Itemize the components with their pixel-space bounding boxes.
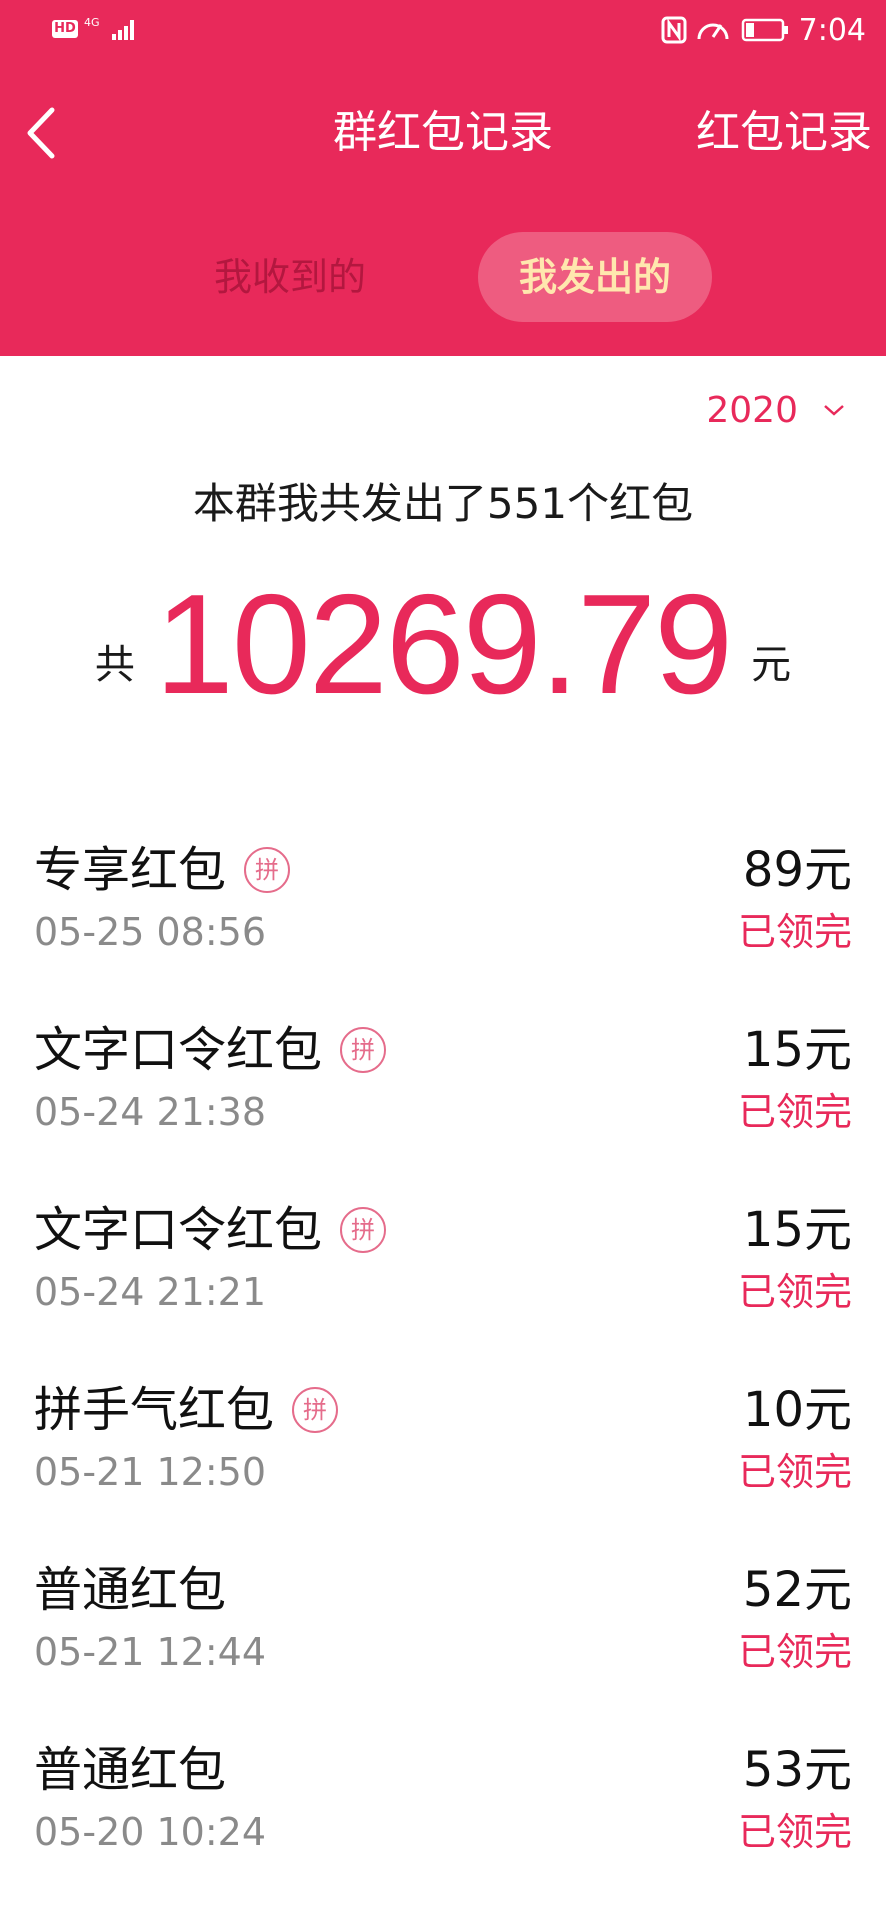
speed-icon [697, 23, 729, 40]
nav-bar: 群红包记录 红包记录 [0, 88, 886, 178]
pin-badge: 拼 [340, 1027, 387, 1073]
pin-badge: 拼 [340, 1207, 387, 1253]
total-suffix: 元 [751, 642, 792, 688]
record-name: 普通红包 [34, 1562, 227, 1618]
record-status: 已领完 [737, 910, 852, 954]
hd-indicator: HD [52, 20, 78, 38]
year-selector[interactable]: 2020 [706, 380, 846, 440]
tab-bar: 我收到的 我发出的 [0, 232, 886, 322]
list-item[interactable]: 专享红包 拼 05-25 08:56 89元 已领完 [0, 822, 886, 1002]
tab-sent[interactable]: 我发出的 [478, 232, 712, 322]
chevron-left-icon [27, 107, 55, 159]
record-time: 05-20 10:24 [34, 1810, 267, 1854]
record-amount: 89元 [742, 842, 852, 898]
list-item[interactable]: 普通红包 05-20 10:24 53元 已领完 [0, 1722, 886, 1902]
list-item[interactable]: 普通红包 05-21 12:44 52元 已领完 [0, 1542, 886, 1722]
header: HD 4G 7:04 群红包记录 红包记录 我收到的 我发出的 [0, 0, 886, 356]
tab-received[interactable]: 我收到的 [190, 232, 390, 322]
nfc-icon [661, 16, 687, 44]
total-amount: 10269.79 [154, 565, 733, 724]
record-time: 05-24 21:38 [34, 1090, 267, 1134]
pin-badge: 拼 [244, 847, 291, 893]
back-button[interactable] [22, 102, 62, 164]
record-amount: 15元 [742, 1022, 852, 1078]
total-prefix: 共 [94, 642, 135, 688]
record-name: 文字口令红包 [34, 1022, 323, 1078]
record-name: 专享红包 [34, 842, 227, 898]
list-item[interactable]: 拼手气红包 拼 05-21 12:50 10元 已领完 [0, 1362, 886, 1542]
summary-text: 本群我共发出了551个红包 [192, 479, 694, 528]
record-status: 已领完 [737, 1270, 852, 1314]
record-time: 05-25 08:56 [34, 910, 267, 954]
pin-badge: 拼 [292, 1387, 339, 1433]
record-name: 普通红包 [34, 1742, 227, 1798]
record-name: 文字口令红包 [34, 1202, 323, 1258]
clock: 7:04 [798, 12, 866, 48]
list-item[interactable]: 文字口令红包 拼 05-24 21:21 15元 已领完 [0, 1182, 886, 1362]
battery-icon [741, 18, 788, 42]
red-packet-records-link[interactable]: 红包记录 [696, 88, 872, 178]
record-list: 专享红包 拼 05-25 08:56 89元 已领完 文字口令红包 拼 05-2… [0, 822, 886, 1902]
record-time: 05-21 12:44 [34, 1630, 267, 1674]
year-value: 2020 [706, 389, 798, 431]
record-amount: 53元 [742, 1742, 852, 1798]
total-amount-row: 共 10269.79 元 [0, 560, 886, 720]
record-status: 已领完 [737, 1630, 852, 1674]
record-amount: 10元 [742, 1382, 852, 1438]
record-status: 已领完 [737, 1450, 852, 1494]
status-right: 7:04 [661, 12, 866, 48]
chevron-down-icon [824, 405, 844, 416]
record-status: 已领完 [737, 1810, 852, 1854]
record-name: 拼手气红包 [34, 1382, 275, 1438]
list-item[interactable]: 文字口令红包 拼 05-24 21:38 15元 已领完 [0, 1002, 886, 1182]
record-status: 已领完 [737, 1090, 852, 1134]
record-time: 05-24 21:21 [34, 1270, 267, 1314]
record-amount: 52元 [742, 1562, 852, 1618]
record-time: 05-21 12:50 [34, 1450, 267, 1494]
status-bar: HD 4G 7:04 [0, 0, 886, 62]
network-type: 4G [84, 16, 100, 29]
record-amount: 15元 [742, 1202, 852, 1258]
signal-icon: 4G [84, 14, 144, 48]
